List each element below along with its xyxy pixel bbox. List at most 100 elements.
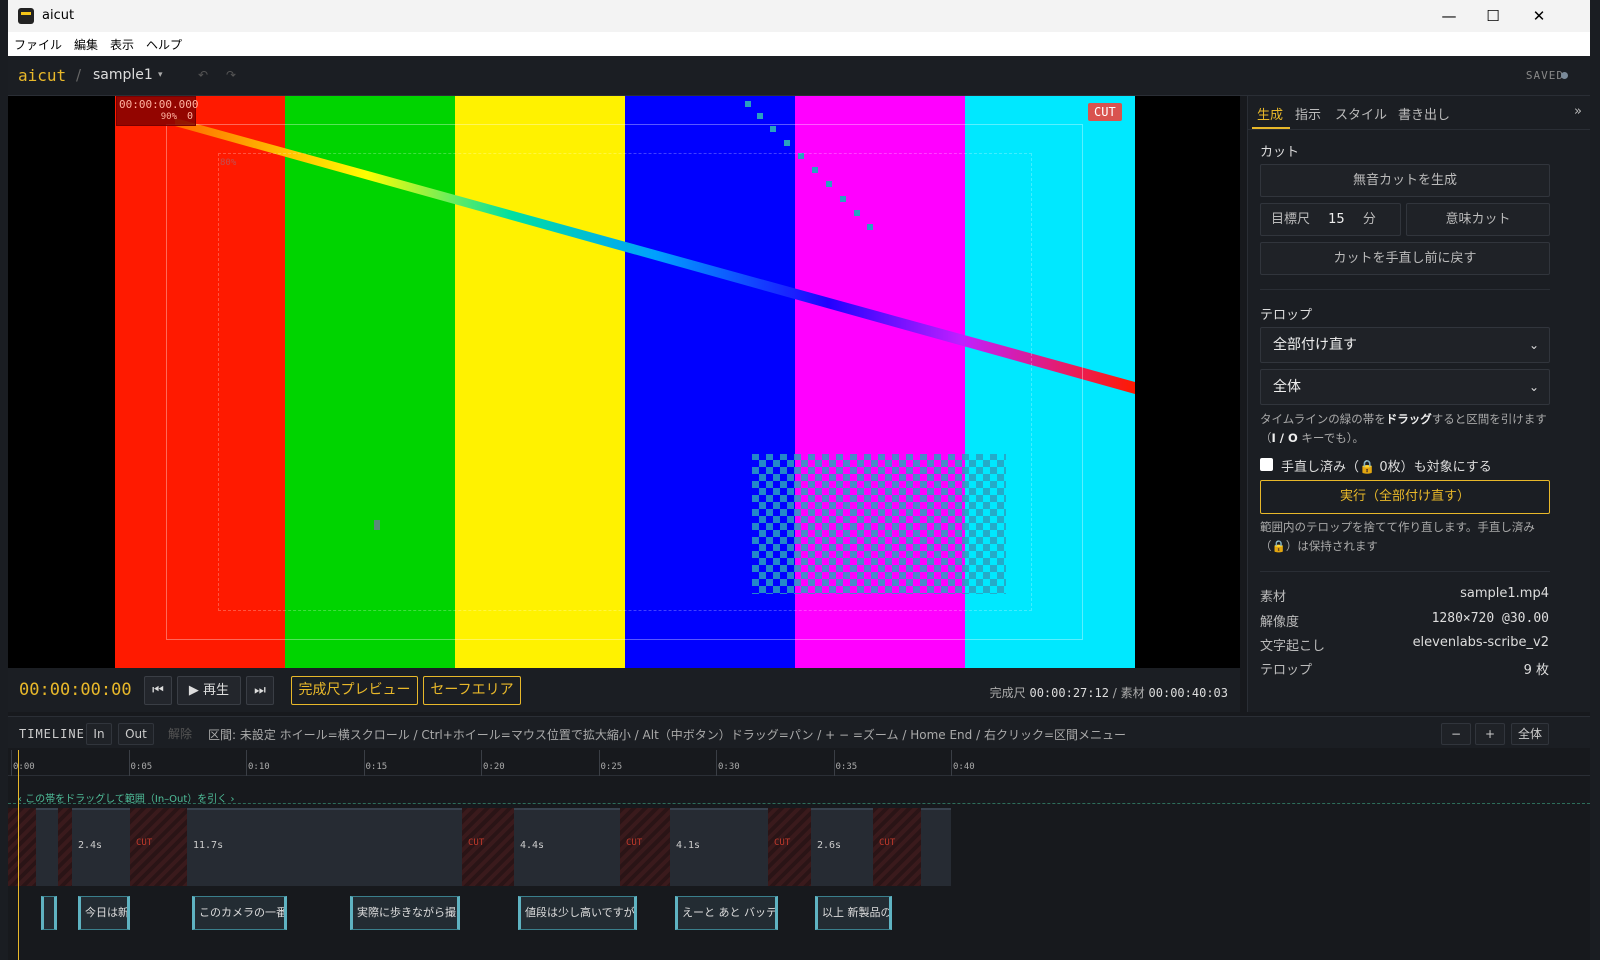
timecode-overlay: 00:00:00.000 90% 0	[116, 96, 198, 126]
tab-style[interactable]: スタイル	[1335, 104, 1387, 123]
collapse-icon[interactable]: »	[1574, 104, 1582, 119]
drag-band-hint: ‹ この帯をドラッグして範囲（In–Out）を引く ›	[18, 794, 235, 805]
safe-area-button[interactable]: セーフエリア	[423, 676, 521, 705]
telop-mode-select[interactable]: 全部付け直す ⌄	[1260, 327, 1550, 363]
cut-label: CUT	[774, 838, 791, 848]
final-preview-button[interactable]: 完成尺プレビュー	[291, 676, 418, 705]
cut-segment[interactable]: CUT	[620, 808, 670, 886]
tab-generate[interactable]: 生成	[1257, 104, 1283, 123]
info-transcript-label: 文字起こし	[1260, 639, 1326, 654]
breadcrumb-separator: /	[76, 66, 82, 84]
skip-forward-button[interactable]: ⏭	[246, 676, 274, 705]
info-transcript-value: elevenlabs-scribe_v2	[1412, 635, 1549, 650]
undo-icon[interactable]: ↶	[198, 68, 208, 82]
chevron-down-icon[interactable]: ▾	[158, 70, 163, 80]
maximize-icon[interactable]: ☐	[1470, 4, 1516, 28]
safe-area-label: 80%	[220, 158, 237, 168]
ruler-tick-line	[481, 750, 482, 776]
active-tab-indicator	[1252, 127, 1290, 129]
fit-all-button[interactable]: 全体	[1511, 723, 1549, 745]
meaning-cut-button[interactable]: 意味カット	[1406, 203, 1550, 236]
final-duration: 00:00:27:12	[1029, 686, 1109, 700]
menu-file[interactable]: ファイル	[8, 32, 68, 53]
hint-text: タイムラインの緑の帯を	[1260, 412, 1386, 426]
info-resolution-label: 解像度	[1260, 615, 1300, 630]
target-duration-field[interactable]: 目標尺 15 分	[1260, 203, 1401, 236]
ruler-tick-line	[833, 750, 835, 776]
telop-clip[interactable]: このカメラの一番	[192, 896, 287, 930]
video-preview[interactable]: 80% 00:00:00.000 90% 0 CUT	[8, 96, 1240, 668]
cut-section-title: カット	[1260, 145, 1300, 160]
play-button[interactable]: ▶ 再生	[177, 676, 241, 705]
cut-segment[interactable]: CUT	[873, 808, 921, 886]
telop-section-title: テロップ	[1260, 308, 1313, 323]
close-icon[interactable]: ✕	[1516, 4, 1562, 28]
transport-bar: 00:00:00:00 ⏮ ▶ 再生 ⏭ 完成尺プレビュー セーフエリア 完成尺…	[8, 668, 1240, 712]
cut-segment[interactable]: CUT	[462, 808, 514, 886]
zoom-in-button[interactable]: +	[1475, 723, 1505, 745]
panel-tabs: 生成 指示 スタイル 書き出し »	[1248, 96, 1590, 130]
menu-help[interactable]: ヘルプ	[140, 32, 188, 53]
hint-keys: I / O	[1271, 431, 1298, 445]
current-timecode: 00:00:00:00	[19, 680, 132, 700]
cut-segment[interactable]	[58, 808, 72, 886]
redo-icon[interactable]: ↷	[226, 68, 236, 82]
status-dot	[1561, 72, 1568, 79]
cut-segment[interactable]: CUT	[768, 808, 811, 886]
timeline-help: 区間: 未設定 ホイール=横スクロール / Ctrl+ホイール=マウス位置で拡大…	[208, 728, 1126, 742]
tab-export[interactable]: 書き出し	[1398, 104, 1450, 123]
ruler-tick-line	[246, 750, 247, 776]
zoom-out-button[interactable]: −	[1441, 723, 1471, 745]
telop-range-select[interactable]: 全体 ⌄	[1260, 369, 1550, 405]
project-name[interactable]: sample1	[93, 67, 153, 83]
cut-segment[interactable]: CUT	[130, 808, 187, 886]
telop-clip[interactable]: 値段は少し高いですが	[518, 896, 637, 930]
ruler-tick-line	[363, 750, 365, 776]
ruler-tick-label: 0:30	[718, 762, 740, 772]
clip-segment[interactable]: 11.7s	[187, 808, 462, 886]
telop-clip[interactable]: 今日は新	[78, 896, 130, 930]
hint-text: キーでも）。	[1297, 431, 1364, 445]
out-button[interactable]: Out	[118, 723, 154, 745]
include-edited-checkbox[interactable]	[1260, 458, 1273, 471]
silence-cut-button[interactable]: 無音カットを生成	[1260, 164, 1550, 197]
telop-clip[interactable]: えーと あと バッテ	[675, 896, 778, 930]
cut-label: CUT	[468, 838, 485, 848]
menu-edit[interactable]: 編集	[68, 32, 104, 53]
skip-back-button[interactable]: ⏮	[144, 676, 172, 705]
revert-cut-button[interactable]: カットを手直し前に戻す	[1260, 242, 1550, 275]
timeline-title: TIMELINE	[19, 727, 85, 741]
clip-segment[interactable]: 2.6s	[811, 808, 873, 886]
target-value[interactable]: 15	[1328, 212, 1345, 227]
duration-sep: /	[1112, 686, 1117, 700]
range-drag-band[interactable]: ‹ この帯をドラッグして範囲（In–Out）を引く ›	[8, 788, 1590, 805]
ruler-tick-label: 0:05	[130, 762, 153, 772]
clip-segment[interactable]	[921, 808, 951, 886]
clip-segment[interactable]: 2.4s	[72, 808, 130, 886]
telop-clip[interactable]	[41, 896, 57, 930]
clip-duration: 2.6s	[817, 840, 842, 851]
drag-hint: タイムラインの緑の帯をドラッグすると区間を引けます（I / O キーでも）。	[1260, 410, 1550, 448]
run-button[interactable]: 実行（全部付け直す）	[1260, 480, 1550, 514]
ruler-tick-line	[598, 750, 600, 776]
telop-clip[interactable]: 実際に歩きながら撮	[350, 896, 460, 930]
brand-logo: aicut	[18, 66, 67, 85]
menu-view[interactable]: 表示	[104, 32, 140, 53]
info-resolution-value: 1280×720 @30.00	[1431, 611, 1549, 626]
timeline: TIMELINE In Out 解除 区間: 未設定 ホイール=横スクロール /…	[8, 716, 1590, 960]
timeline-header: TIMELINE In Out 解除 区間: 未設定 ホイール=横スクロール /…	[8, 716, 1590, 748]
minimize-icon[interactable]: —	[1426, 4, 1472, 28]
tab-instruct[interactable]: 指示	[1295, 104, 1321, 123]
clip-segment[interactable]: 4.4s	[514, 808, 620, 886]
ruler-tick-line	[11, 750, 12, 776]
playhead[interactable]	[18, 750, 19, 960]
telop-clip[interactable]: 以上 新製品の	[815, 896, 892, 930]
time-ruler[interactable]: 0:00 0:05 0:10 0:15 0:20 0:25 0:30 0:35 0:40	[8, 750, 1590, 776]
cut-segment[interactable]	[8, 808, 36, 886]
app-window: aicut — ☐ ✕ ファイル 編集 表示 ヘルプ aicut / sample1 …	[8, 0, 1590, 960]
clip-segment[interactable]	[36, 808, 58, 886]
clear-range-button[interactable]: 解除	[160, 723, 200, 745]
in-button[interactable]: In	[86, 723, 112, 745]
ruler-tick-line	[716, 750, 717, 776]
clip-segment[interactable]: 4.1s	[670, 808, 768, 886]
